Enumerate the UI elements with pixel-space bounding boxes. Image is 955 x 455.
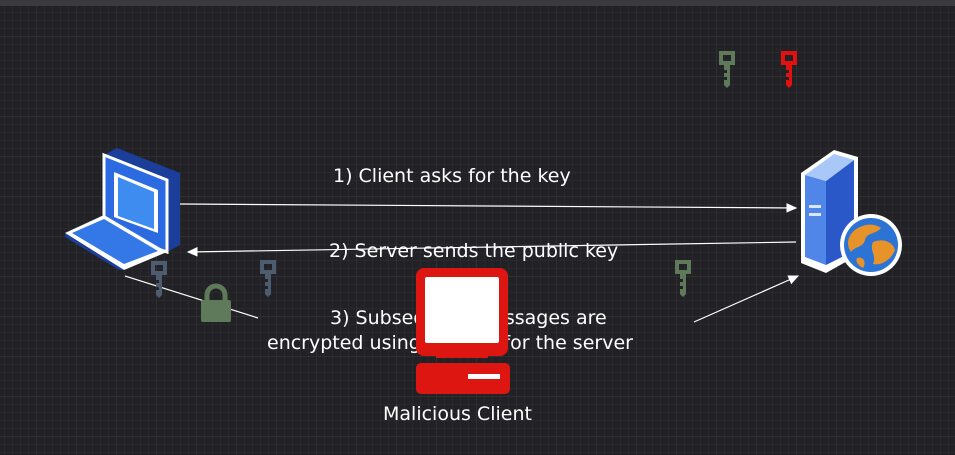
key-icon — [258, 258, 278, 302]
malicious-client-label: Malicious Client — [383, 403, 532, 425]
step2-label: 2) Server sends the public key — [329, 240, 619, 262]
key-icon — [149, 259, 169, 303]
arrow-encrypted-server — [693, 275, 800, 323]
laptop-icon — [62, 145, 187, 274]
key-icon — [673, 258, 693, 302]
key-icon — [779, 49, 799, 93]
globe-icon — [837, 212, 905, 282]
malicious-computer-icon — [414, 266, 510, 400]
arrow-client-to-server — [179, 203, 798, 213]
key-icon — [717, 49, 737, 93]
lock-icon — [199, 283, 233, 327]
arrow-encrypted-client — [124, 275, 259, 319]
step1-label: 1) Client asks for the key — [333, 165, 571, 187]
